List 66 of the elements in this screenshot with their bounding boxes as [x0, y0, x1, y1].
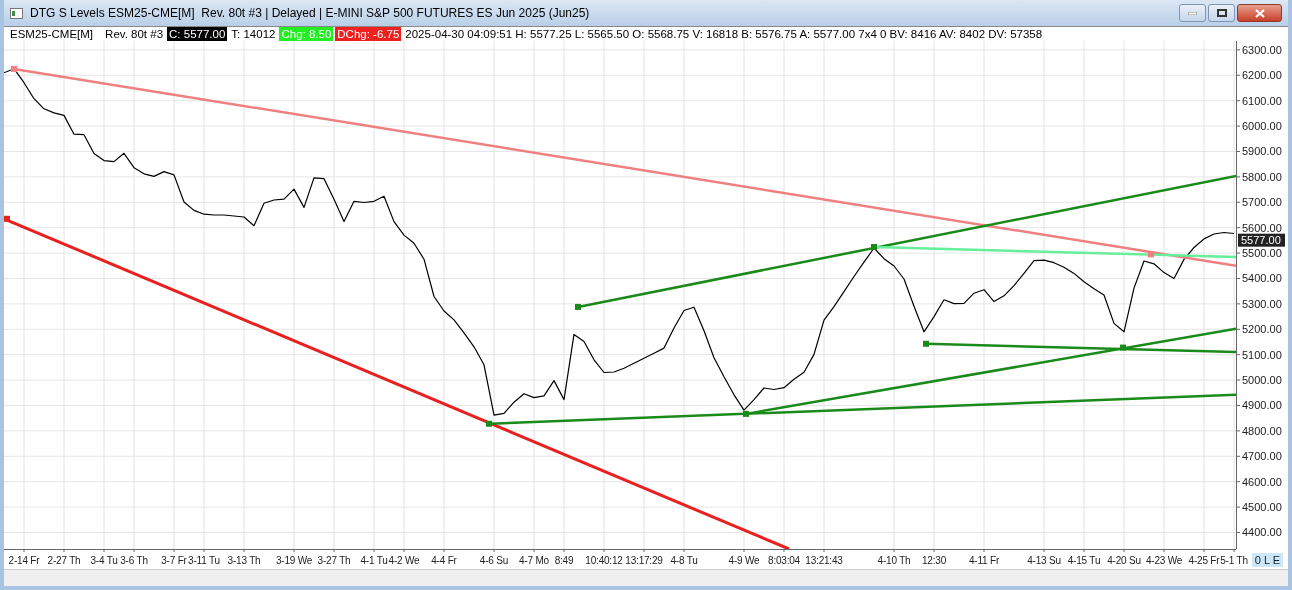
axis-label: 4-20 Su	[1107, 555, 1141, 566]
axis-label: 4-11 Fr	[968, 555, 1000, 566]
axis-label: 3-27 Th	[317, 555, 351, 566]
info-text: T: 14012	[230, 27, 277, 41]
info-text: ESM25-CME[M]	[9, 27, 95, 41]
axis-label: 12:30	[922, 555, 946, 566]
axis-label: 8:49	[554, 555, 574, 566]
axis-label: 4-1 Tu	[360, 555, 388, 566]
axis-label: 4-8 Tu	[670, 555, 698, 566]
window-icon	[10, 7, 23, 19]
axis-label: 4400.00	[1242, 526, 1282, 539]
axis-label: 5000.00	[1242, 374, 1282, 387]
axis-label: 5300.00	[1242, 297, 1282, 310]
axis-label: 6000.00	[1242, 120, 1282, 133]
axis-label: 4-13 Su	[1027, 555, 1061, 566]
info-text: 2025-04-30 04:09:51 H: 5577.25 L: 5565.50 O: 5568.75 V: 16818 B: 5576.75 A: 5577.00 7x4 0 BV: 8416 AV: 8402 DV: 57358	[404, 27, 1044, 41]
axis-label: 4500.00	[1242, 501, 1282, 514]
restore-icon	[1216, 9, 1227, 17]
axis-label: 2-27 Th	[47, 555, 81, 566]
info-text: Rev. 80t #3	[104, 27, 165, 41]
axis-label: 5600.00	[1242, 221, 1282, 234]
axis-label: 4-2 We	[388, 555, 420, 566]
axis-label: 3-4 Tu	[90, 555, 118, 566]
daily-change-value: DChg: -6.75	[335, 27, 402, 41]
axis-label: 4-6 Su	[479, 555, 509, 566]
axis-label: 4-7 Mo	[519, 555, 549, 566]
change-value: Chg: 8.50	[279, 27, 334, 41]
axis-label: 4800.00	[1242, 424, 1282, 437]
axis-label: 5400.00	[1242, 272, 1282, 285]
axis-label: 5100.00	[1242, 348, 1282, 361]
close-icon	[1254, 8, 1265, 18]
axis-label: 13:21:43	[805, 555, 843, 566]
axis-label: 6200.00	[1242, 69, 1282, 82]
axis-label: 4900.00	[1242, 399, 1282, 412]
axis-label: 4-23 We	[1145, 555, 1183, 566]
axis-label: 2-14 Fr	[8, 555, 40, 566]
axis-label: 5700.00	[1242, 196, 1282, 209]
axis-label: 4-9 We	[728, 555, 760, 566]
axis-label: 5800.00	[1242, 170, 1282, 183]
close-button[interactable]	[1237, 4, 1282, 22]
axis-label: 5900.00	[1242, 145, 1282, 158]
axis-label: 4700.00	[1242, 450, 1282, 463]
minimize-icon	[1188, 11, 1197, 15]
axis-label: 6100.00	[1242, 94, 1282, 107]
axis-label: 3-7 Fr	[161, 555, 187, 566]
restore-button[interactable]	[1208, 4, 1235, 22]
scale-indicator[interactable]: 0 L E	[1251, 553, 1283, 567]
window-title: DTG S Levels ESM25-CME[M] Rev. 80t #3 | Delayed | E-MINI S&P 500 FUTURES ES Jun 2025 (Jun25)	[30, 6, 591, 20]
axis-label: 4-10 Th	[877, 555, 911, 566]
axis-label: 3-13 Th	[227, 555, 261, 566]
axis-label: 5200.00	[1242, 323, 1282, 336]
axis-label: 4-25 Fr	[1188, 555, 1220, 566]
axis-label: 5500.00	[1242, 247, 1282, 260]
axis-label: 3-6 Th	[120, 555, 148, 566]
axis-label: 4600.00	[1242, 475, 1282, 488]
axis-label: 3-11 Tu	[188, 555, 220, 566]
axis-label: 13:17:29	[625, 555, 663, 566]
last-price-tag: 5577.00	[1238, 233, 1285, 247]
axis-label: 8:03:04	[768, 555, 800, 566]
axis-label: 4-15 Tu	[1067, 555, 1101, 566]
axis-label: 5-1 Th	[1220, 555, 1248, 566]
axis-label: 4-4 Fr	[431, 555, 457, 566]
axis-label: 6300.00	[1242, 43, 1282, 56]
axis-label: 3-19 We	[275, 555, 313, 566]
close-price: C: 5577.00	[167, 27, 228, 41]
axis-label: 10:40:12	[585, 555, 623, 566]
